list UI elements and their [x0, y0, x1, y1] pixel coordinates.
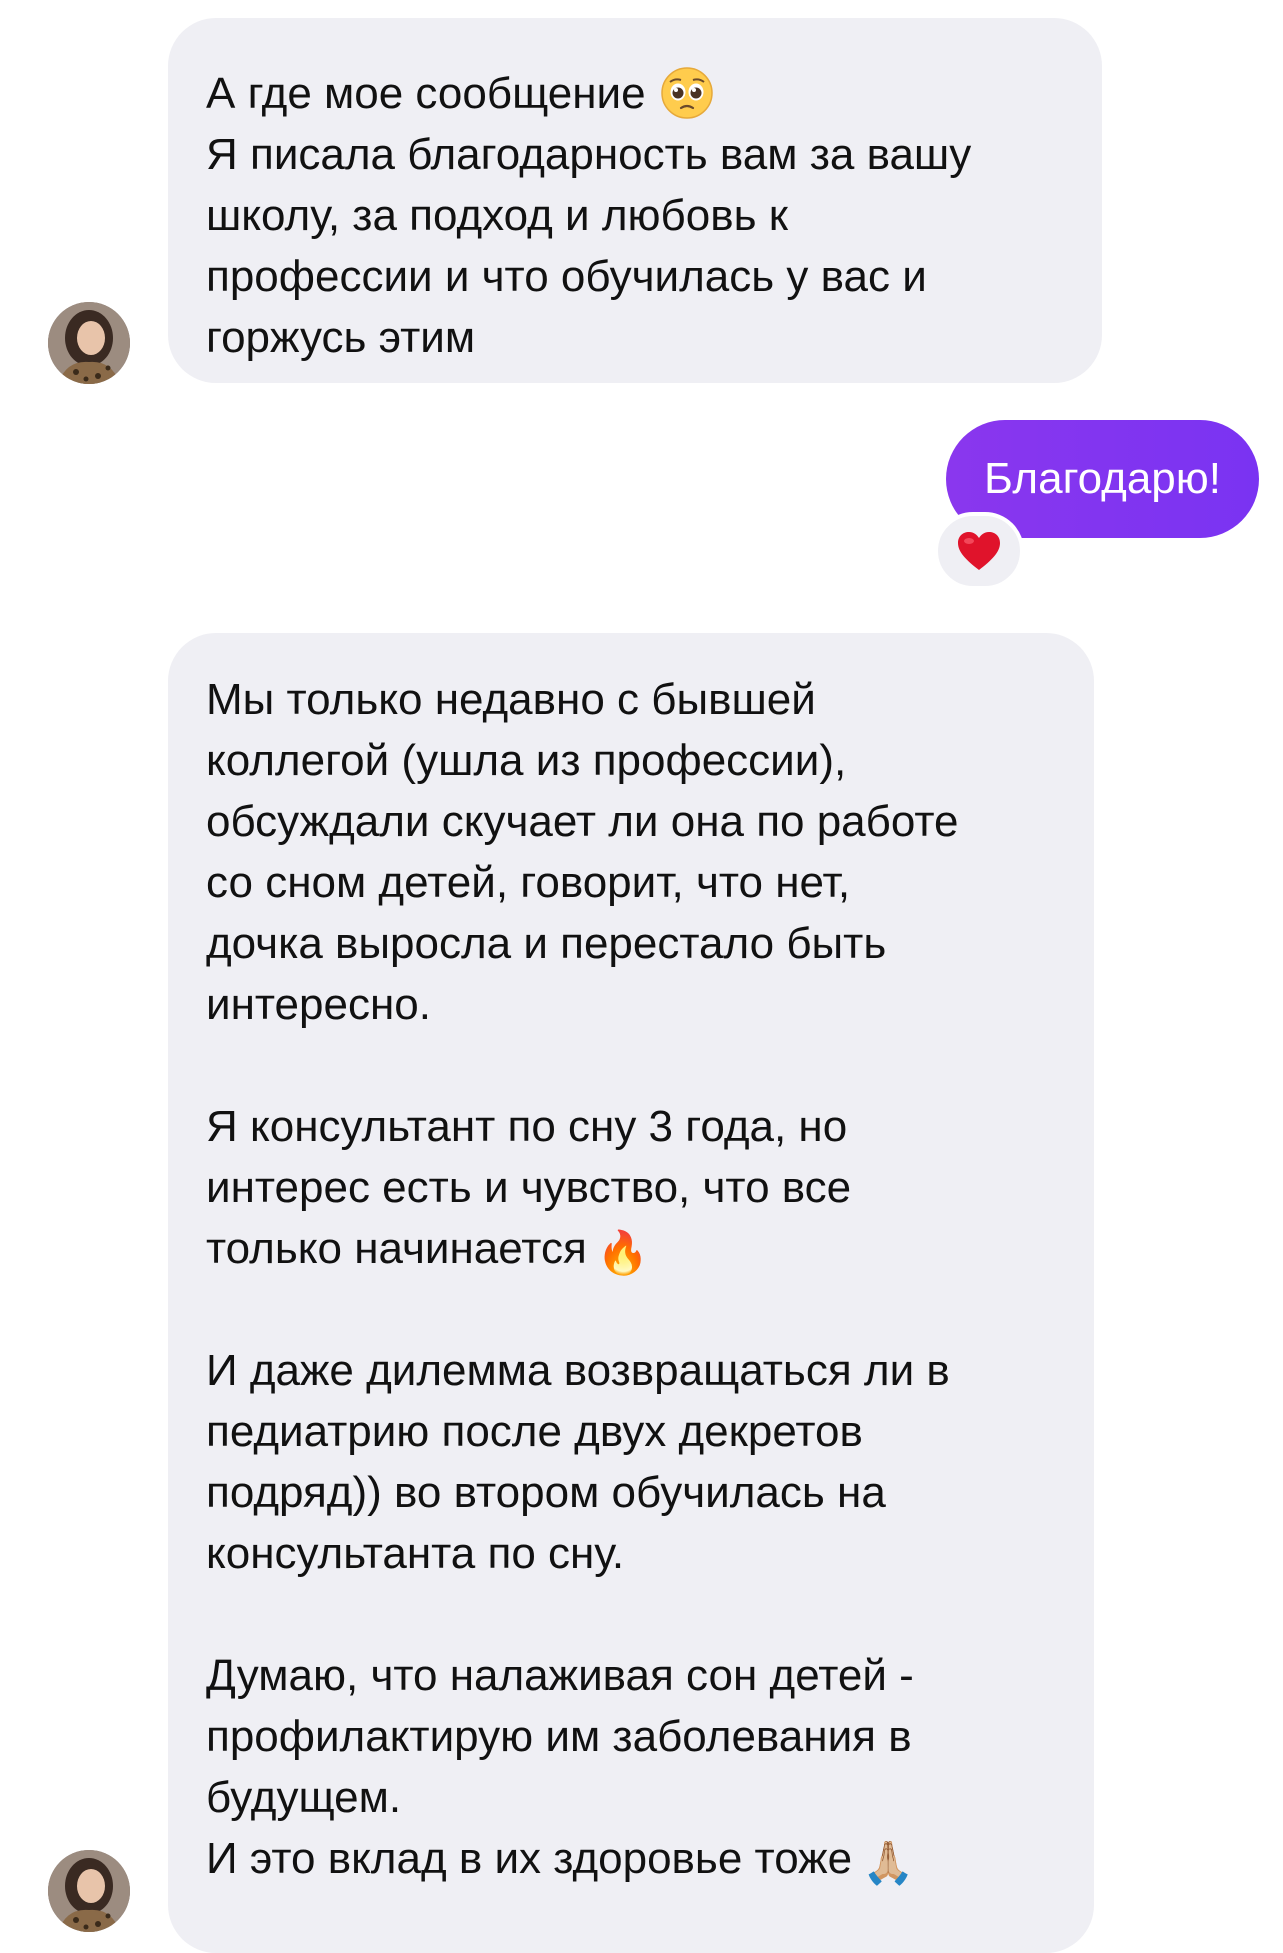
pray-emoji: 🙏🏼: [862, 1838, 915, 1887]
message-paragraph: Я консультант по сну 3 года, но интерес …: [206, 1102, 852, 1273]
incoming-message[interactable]: Мы только недавно с бывшей коллегой (ушл…: [168, 633, 1094, 1953]
pleading-face-emoji: [660, 67, 713, 119]
incoming-message[interactable]: А где мое сообщение Я писала благодарнос…: [168, 18, 1102, 383]
fire-emoji: 🔥: [596, 1228, 650, 1277]
message-paragraph: И даже дилемма возвращаться ли в педиатр…: [206, 1346, 950, 1578]
message-paragraph: Думаю, что налаживая сон детей - профила…: [206, 1651, 914, 1883]
heart-icon: [958, 532, 1000, 570]
message-paragraph: Мы только недавно с бывшей коллегой (ушл…: [206, 675, 959, 1029]
message-text: А где мое сообщение: [206, 69, 646, 118]
message-text: Благодарю!: [984, 454, 1221, 503]
contact-avatar[interactable]: [48, 302, 130, 384]
heart-reaction-icon[interactable]: [934, 512, 1024, 590]
message-text-continued: Я писала благодарность вам за вашу школу…: [206, 130, 972, 362]
